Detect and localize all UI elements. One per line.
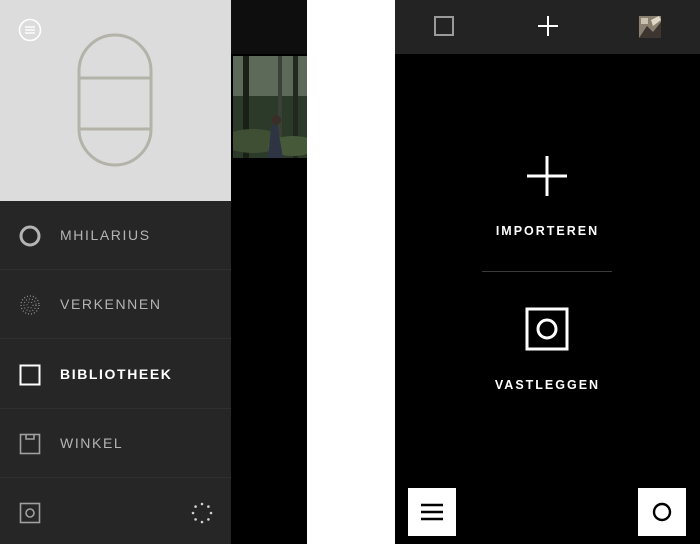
capture-action[interactable]: VASTLEGGEN [395,305,700,400]
capture-square-icon [525,307,569,351]
capture-button[interactable] [638,488,686,536]
plus-icon [525,154,569,198]
capsule-avatar-icon[interactable] [77,33,153,167]
menu-lines-circle-icon[interactable] [18,18,42,42]
square-icon[interactable] [434,16,454,36]
sidebar-item-mhilarius[interactable]: MHILARIUS [0,201,231,270]
sidebar-item-verkennen[interactable]: VERKENNEN [0,270,231,339]
dotted-circle-icon [19,294,41,316]
capture-square-icon[interactable] [19,502,41,524]
circle-icon [19,225,41,247]
photo-thumbnail[interactable] [639,16,661,38]
import-action[interactable]: IMPORTEREN [395,150,700,245]
right-screen: IMPORTEREN VASTLEGGEN [395,0,700,544]
circle-icon [652,502,672,522]
sidebar-item-label: MHILARIUS [60,227,151,243]
shop-box-icon [19,433,41,455]
menu-button[interactable] [408,488,456,536]
profile-header[interactable] [0,0,231,201]
divider [482,271,612,272]
top-bar [395,0,700,54]
sidebar-item-label: VERKENNEN [60,296,162,312]
loading-dots-icon [191,502,213,524]
sidebar-item-label: BIBLIOTHEEK [60,366,173,382]
plus-icon[interactable] [537,15,559,37]
square-icon [19,364,41,386]
drawer-footer [0,480,231,544]
import-label: IMPORTEREN [495,224,600,238]
navigation-drawer: MHILARIUS VERKENNEN BIBLIOTHEEK WINKEL [0,0,231,544]
sidebar-item-label: WINKEL [60,435,124,451]
forest-photo-thumbnail[interactable] [233,56,307,158]
sidebar-item-bibliotheek[interactable]: BIBLIOTHEEK [0,340,231,409]
left-screen: MHILARIUS VERKENNEN BIBLIOTHEEK WINKEL [0,0,307,544]
hamburger-menu-icon [421,503,443,521]
capture-label: VASTLEGGEN [494,378,601,392]
background-top-bar [231,0,307,54]
sidebar-item-winkel[interactable]: WINKEL [0,409,231,478]
